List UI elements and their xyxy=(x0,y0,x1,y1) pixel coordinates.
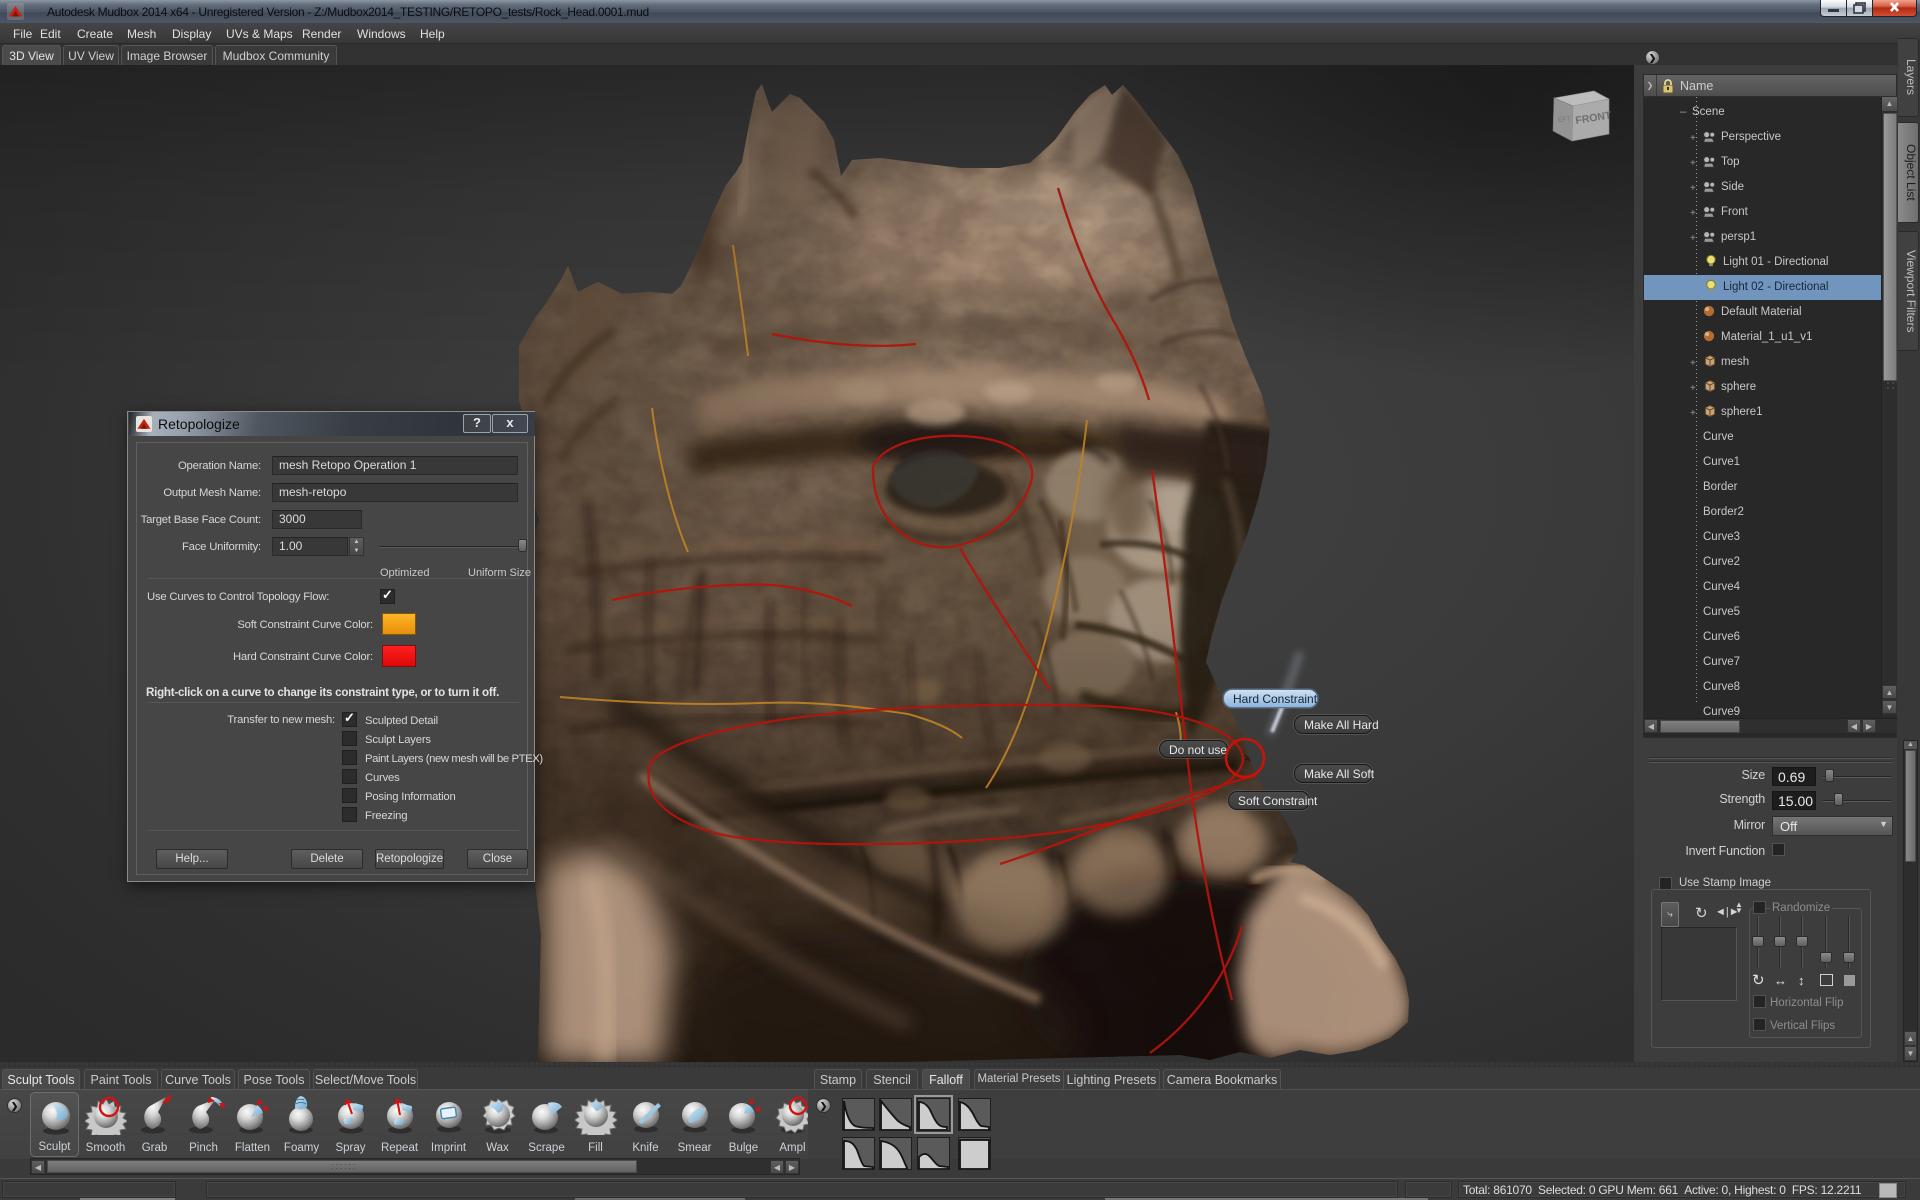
svg-text:EFT: EFT xyxy=(1558,116,1572,124)
